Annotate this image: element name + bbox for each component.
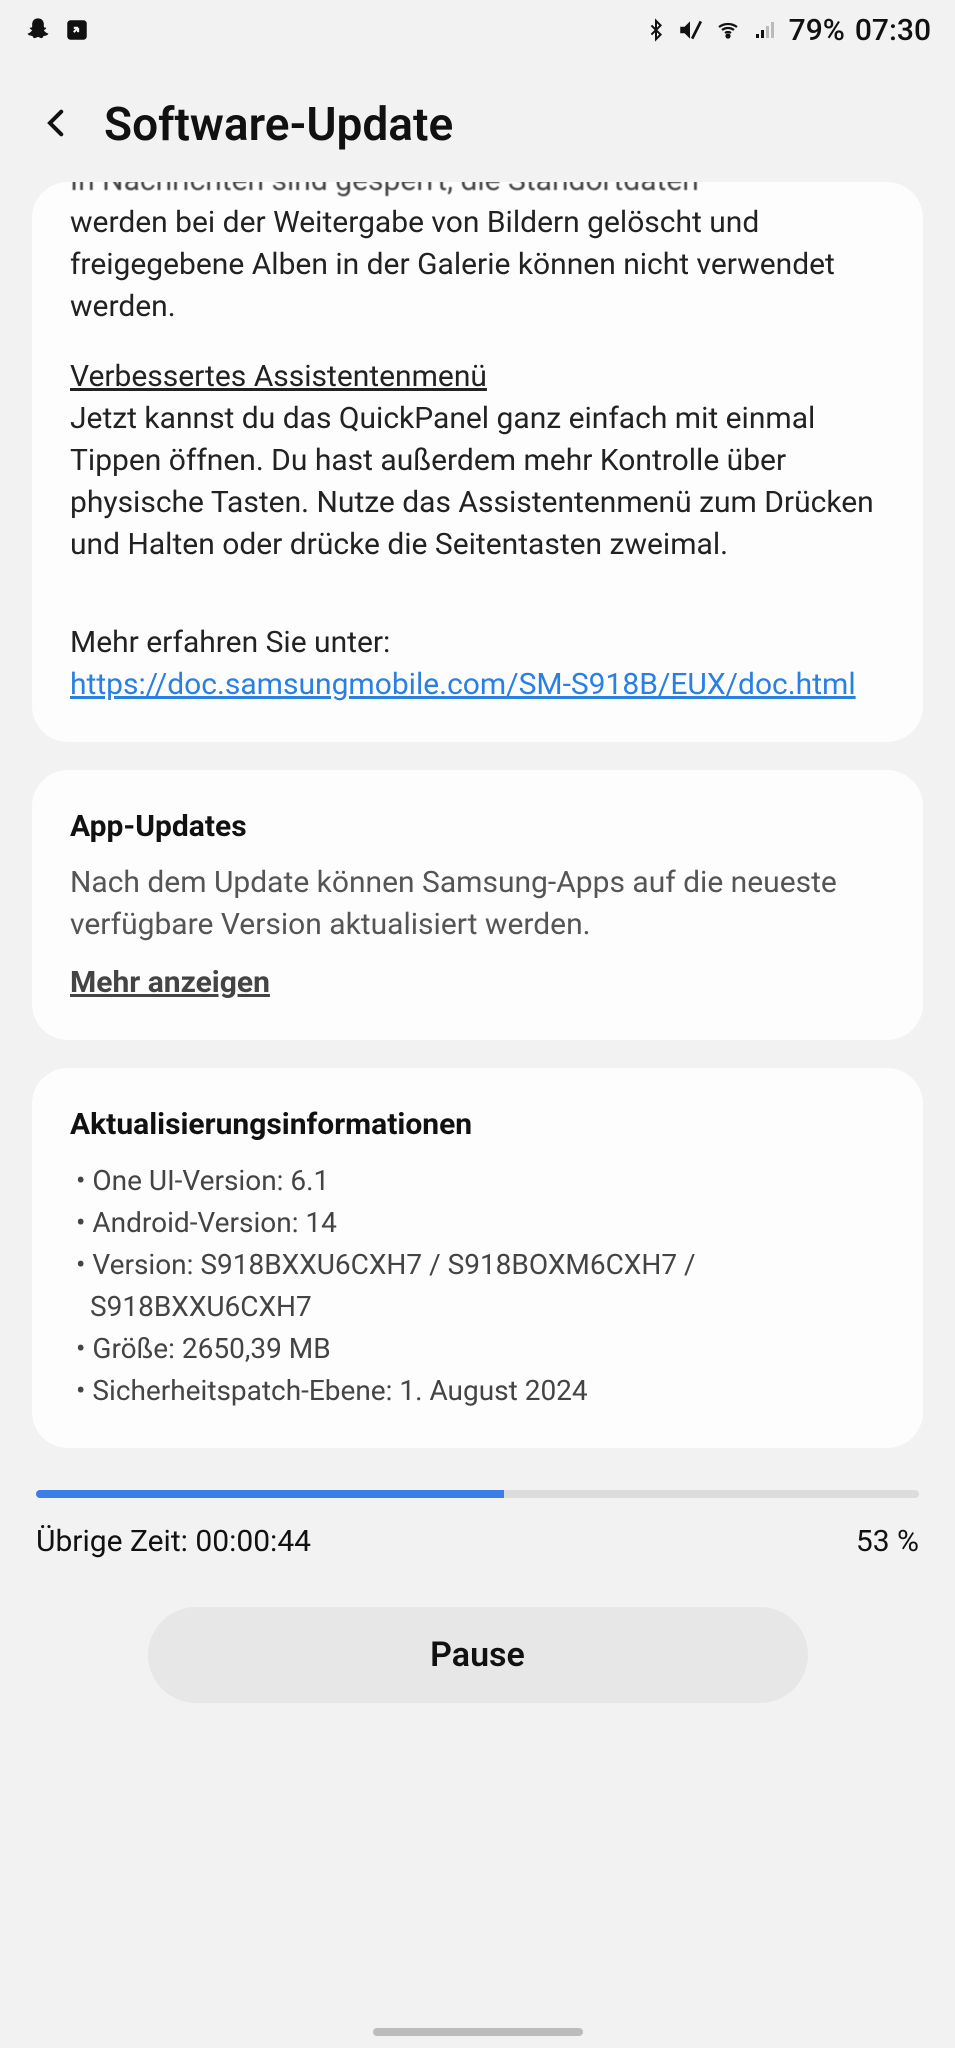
changelog-clipped-line: In Nachrichten sind gesperrt, die Stando… [70,182,885,202]
app-notification-icon [64,17,90,43]
changelog-heading: Verbessertes Assistentenmenü [70,356,885,398]
progress-fill [36,1490,504,1498]
status-bar: 79% 07:30 [0,0,955,60]
header: Software-Update [0,60,955,182]
progress-bar [36,1490,919,1498]
navigation-handle[interactable] [373,2028,583,2036]
battery-percent: 79% [789,13,845,48]
remaining-time-label: Übrige Zeit: 00:00:44 [36,1524,311,1559]
changelog-link[interactable]: https://doc.samsungmobile.com/SM-S918B/E… [70,667,856,702]
mute-icon [677,17,703,43]
update-info-card: Aktualisierungsinformationen • One UI-Ve… [32,1068,923,1448]
snapchat-icon [24,16,52,44]
info-size: • Größe: 2650,39 MB [70,1328,885,1370]
progress-percent-label: 53 % [856,1524,919,1559]
app-updates-card: App-Updates Nach dem Update können Samsu… [32,770,923,1040]
show-more-link[interactable]: Mehr anzeigen [70,962,270,1004]
wifi-icon [713,18,743,42]
info-android: • Android-Version: 14 [70,1202,885,1244]
update-info-list: • One UI-Version: 6.1 • Android-Version:… [70,1160,885,1412]
status-bar-right: 79% 07:30 [645,13,931,48]
pause-button[interactable]: Pause [148,1607,808,1703]
changelog-card: In Nachrichten sind gesperrt, die Stando… [32,182,923,742]
info-oneui: • One UI-Version: 6.1 [70,1160,885,1202]
bluetooth-icon [645,17,667,43]
more-info-prefix: Mehr erfahren Sie unter: [70,625,390,660]
page-title: Software-Update [104,98,453,152]
signal-icon [753,18,779,42]
update-info-title: Aktualisierungsinformationen [70,1104,885,1146]
info-version: • Version: S918BXXU6CXH7 / S918BOXM6CXH7… [70,1244,885,1328]
app-updates-title: App-Updates [70,806,885,848]
changelog-more-info: Mehr erfahren Sie unter: https://doc.sam… [70,622,885,706]
progress-section: Übrige Zeit: 00:00:44 53 % Pause [0,1490,955,1703]
changelog-paragraph-2: Jetzt kannst du das QuickPanel ganz einf… [70,398,885,566]
status-bar-left [24,16,90,44]
clock-time: 07:30 [855,13,931,48]
app-updates-body: Nach dem Update können Samsung-Apps auf … [70,862,885,946]
back-icon[interactable] [40,99,84,151]
info-patch: • Sicherheitspatch-Ebene: 1. August 2024 [70,1370,885,1412]
changelog-paragraph-1: werden bei der Weitergabe von Bildern ge… [70,202,885,328]
